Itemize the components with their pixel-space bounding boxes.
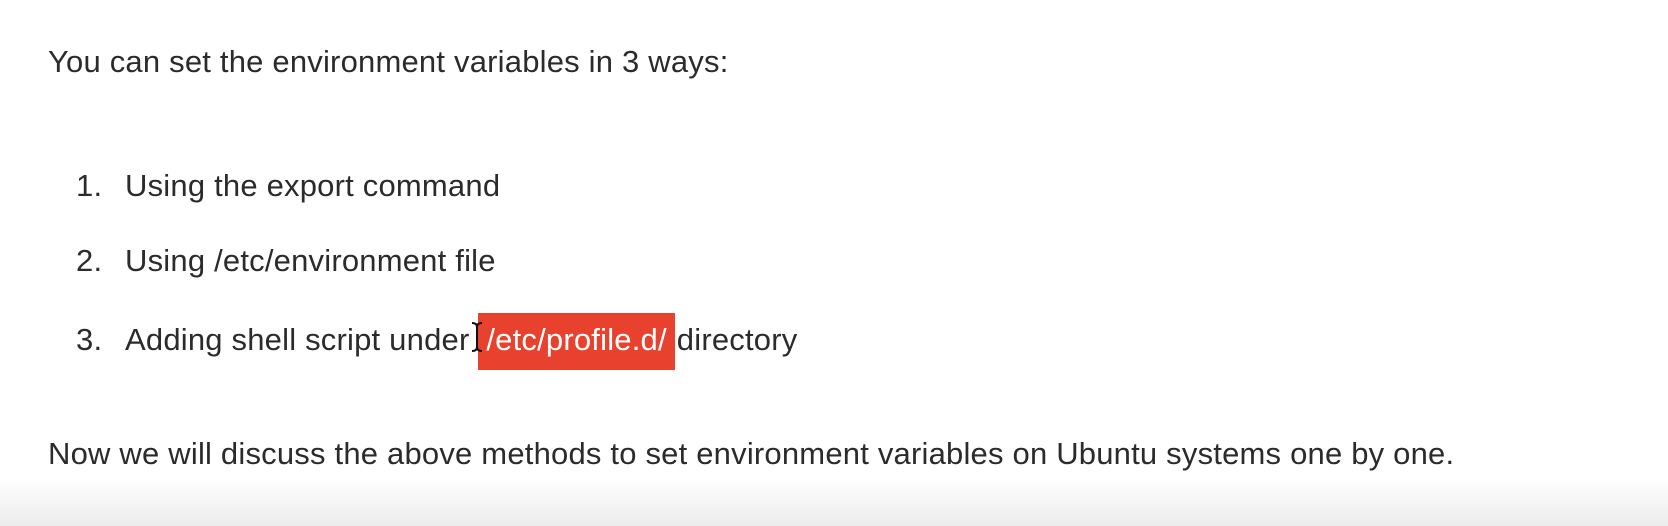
selected-text-highlight[interactable]: /etc/profile.d/	[472, 313, 675, 370]
text-cursor-icon	[470, 321, 484, 353]
list-number: 1.	[76, 168, 103, 203]
list-number: 3.	[76, 322, 103, 357]
list-number: 2.	[76, 243, 103, 278]
bottom-shade	[0, 478, 1668, 526]
list-item: 2. Using /etc/environment file	[76, 241, 496, 281]
list-item-text: Adding shell script under	[125, 322, 470, 357]
outro-paragraph: Now we will discuss the above methods to…	[48, 436, 1455, 471]
document-content: You can set the environment variables in…	[0, 0, 1668, 526]
intro-paragraph: You can set the environment variables in…	[48, 44, 729, 79]
list-item-text: Using /etc/environment file	[125, 243, 496, 278]
list-item: 1. Using the export command	[76, 166, 500, 206]
list-item-text: Using the export command	[125, 168, 501, 203]
list-item-text-after: directory	[676, 322, 798, 357]
list-item: 3. Adding shell script under /etc/profile…	[76, 313, 797, 370]
highlight-text: /etc/profile.d/	[486, 322, 667, 357]
